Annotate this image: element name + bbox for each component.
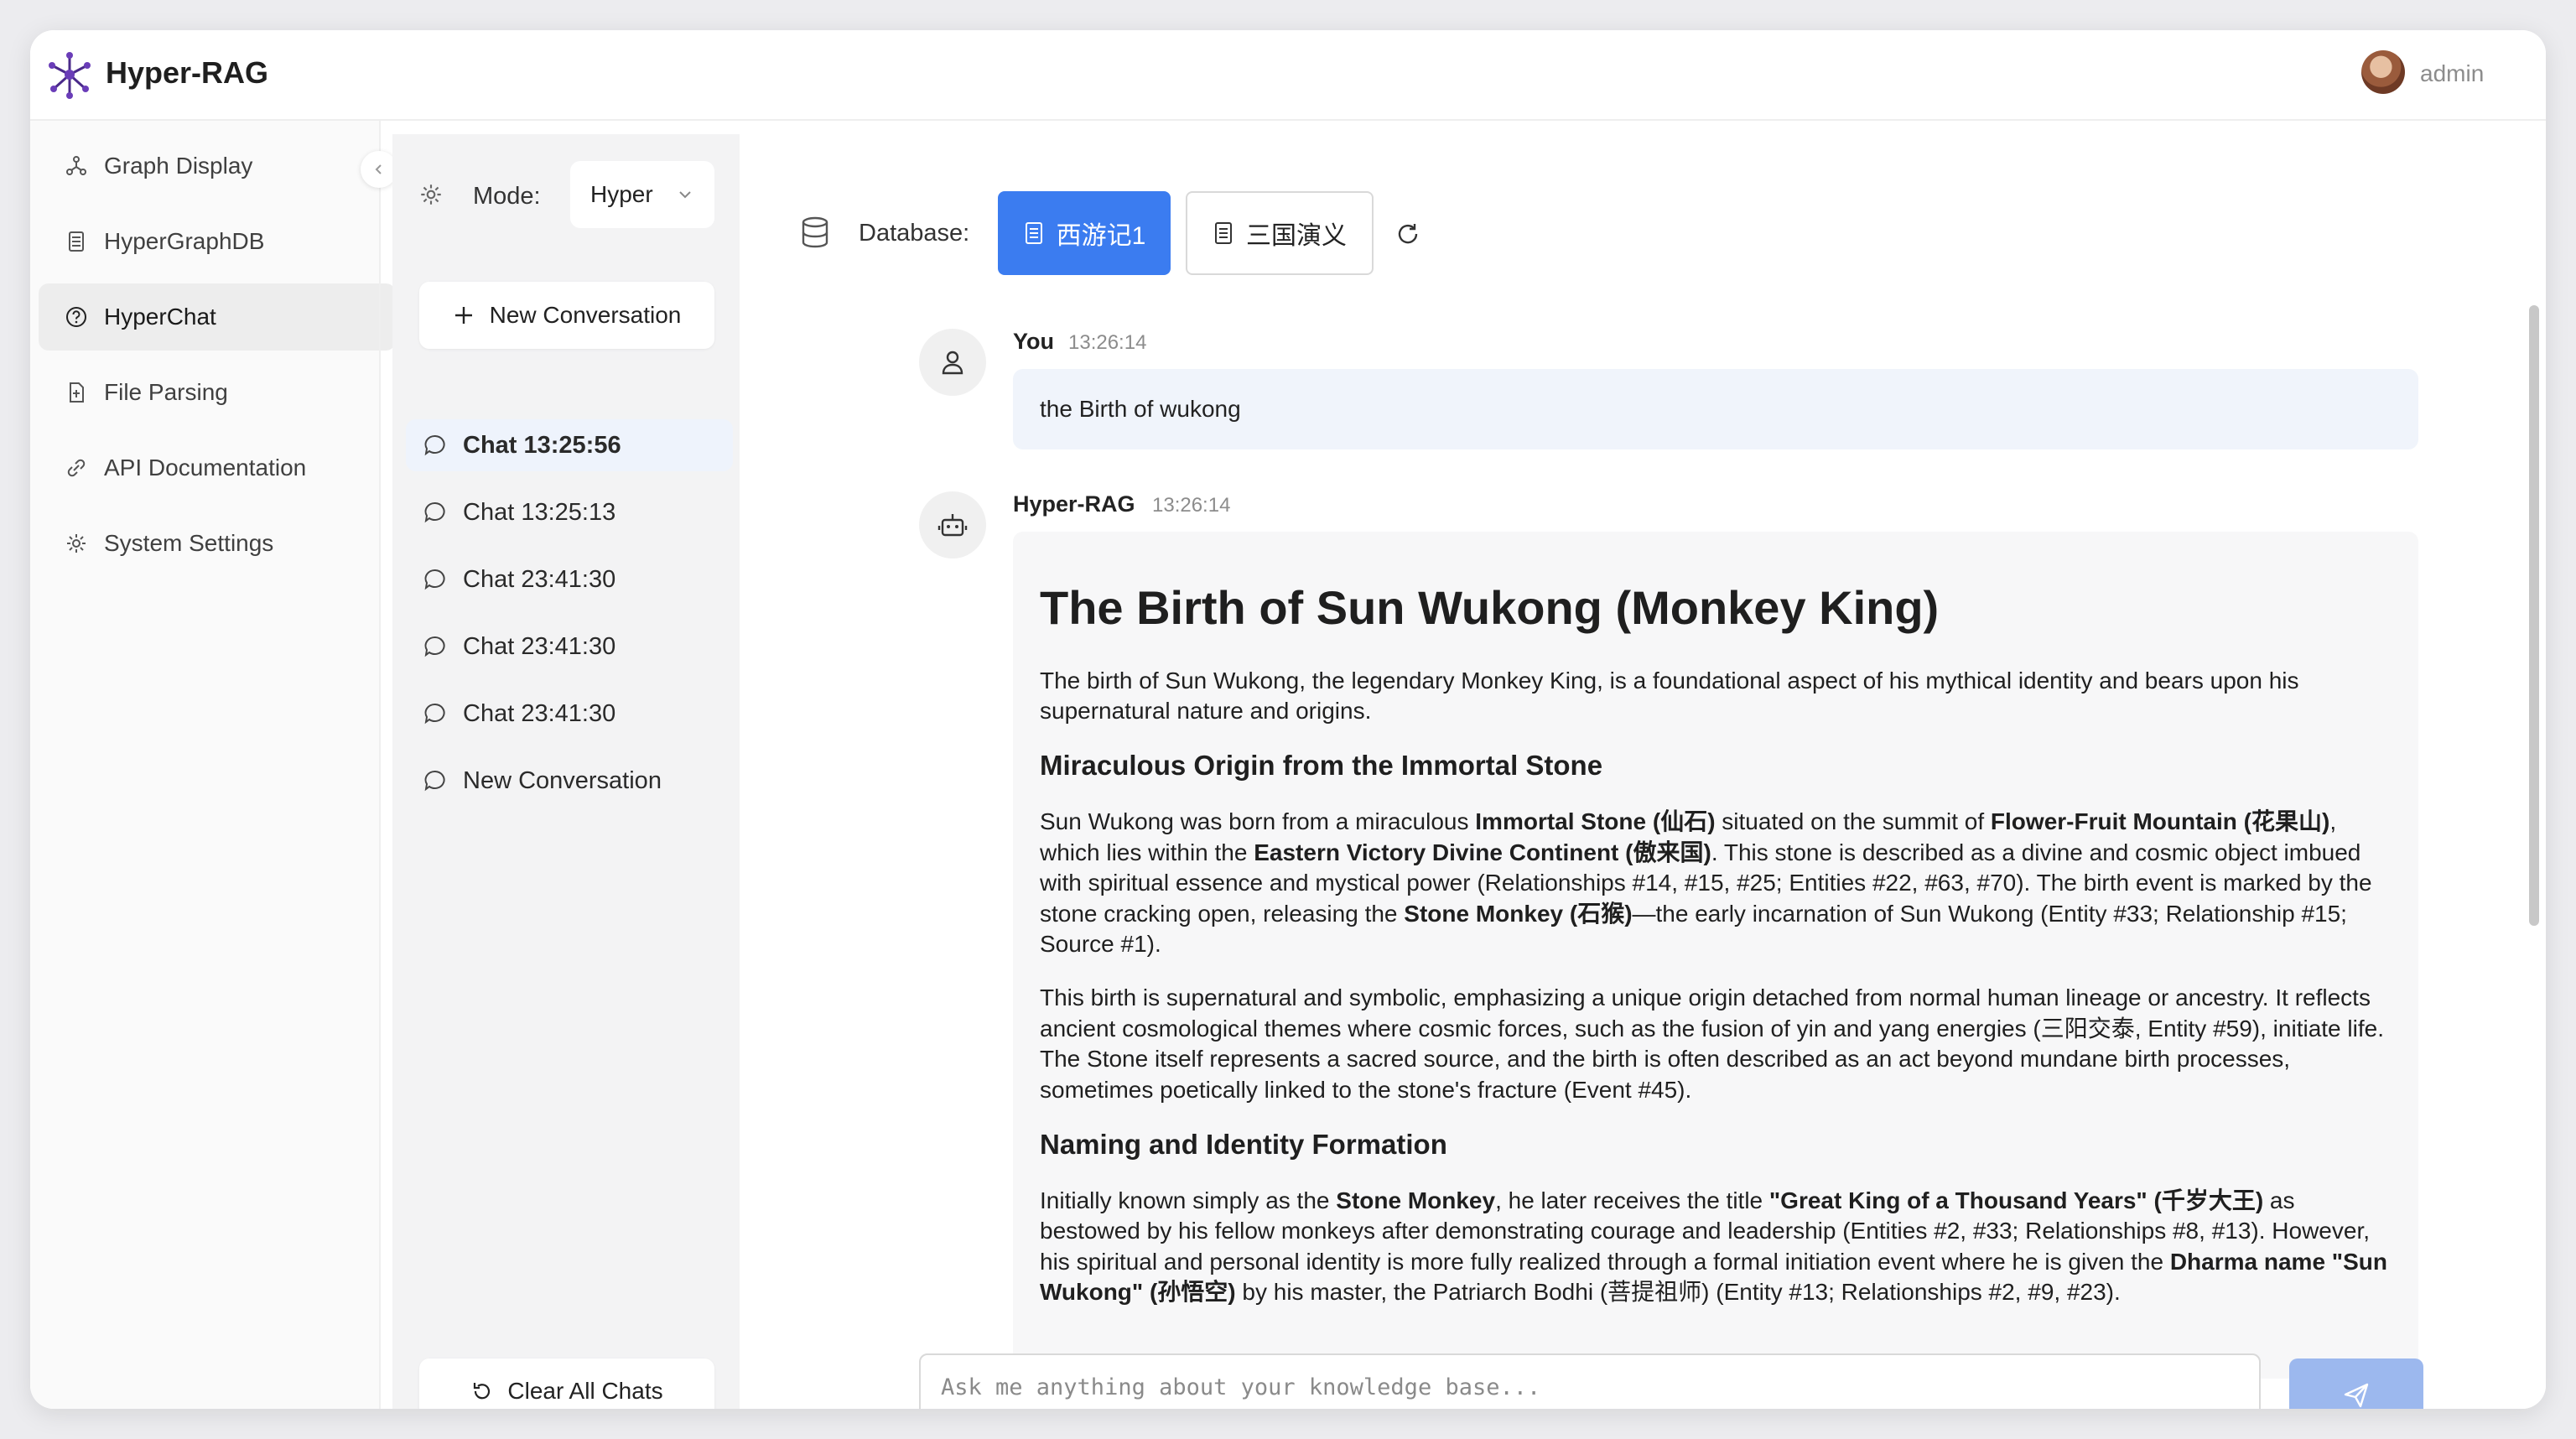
chevron-down-icon bbox=[679, 191, 691, 199]
top-bar: Hyper-RAG admin bbox=[30, 30, 2546, 121]
answer-paragraph: Sun Wukong was born from a miraculous Im… bbox=[1040, 808, 2372, 957]
mode-select[interactable]: Hyper bbox=[570, 161, 714, 228]
database-doc-icon bbox=[69, 231, 84, 252]
send-icon bbox=[2344, 1383, 2369, 1408]
database-icon bbox=[802, 216, 828, 248]
nav-item-hyperchat[interactable]: HyperChat bbox=[39, 283, 396, 351]
mode-label: Mode: bbox=[473, 183, 541, 210]
bot-avatar-icon bbox=[919, 491, 986, 558]
answer-paragraph: Initially known simply as the Stone Monk… bbox=[1040, 1187, 2387, 1306]
database-option-label: 三国演义 bbox=[1246, 222, 1347, 250]
nav-item-hypergraphdb[interactable]: HyperGraphDB bbox=[39, 208, 396, 275]
chat-bubble-icon bbox=[424, 636, 445, 657]
robot-icon bbox=[937, 514, 968, 537]
nav-label: HyperGraphDB bbox=[104, 228, 265, 254]
chat-item[interactable]: Chat 13:25:13 bbox=[406, 486, 733, 538]
nav-label: File Parsing bbox=[104, 379, 228, 405]
chat-item-label: Chat 13:25:13 bbox=[463, 498, 616, 526]
refresh-icon[interactable] bbox=[1394, 220, 1422, 248]
nav-item-graph-display[interactable]: Graph Display bbox=[39, 132, 396, 200]
new-conversation-label: New Conversation bbox=[489, 302, 682, 328]
clear-all-chats-label: Clear All Chats bbox=[507, 1378, 663, 1404]
chat-item-label: New Conversation bbox=[463, 766, 662, 794]
chat-bubble-icon bbox=[424, 770, 445, 792]
chat-bubble-icon bbox=[424, 434, 445, 456]
user-message-bubble: the Birth of wukong bbox=[1013, 369, 2418, 449]
send-button[interactable] bbox=[2289, 1358, 2423, 1409]
clear-all-chats-button[interactable]: Clear All Chats bbox=[419, 1358, 714, 1409]
user-avatar-icon bbox=[919, 329, 986, 396]
chat-item-label: Chat 23:41:30 bbox=[463, 565, 616, 593]
message-sender: You bbox=[1013, 329, 1054, 354]
nav-label: API Documentation bbox=[104, 455, 307, 481]
question-circle-icon bbox=[66, 307, 86, 327]
answer-section-heading: Naming and Identity Formation bbox=[1040, 1128, 1447, 1160]
nav-item-file-parsing[interactable]: File Parsing bbox=[39, 359, 396, 426]
api-link-icon bbox=[67, 459, 86, 477]
graph-icon bbox=[66, 156, 86, 175]
nav-item-api-documentation[interactable]: API Documentation bbox=[39, 434, 396, 501]
chat-item[interactable]: Chat 13:25:56 bbox=[406, 419, 733, 471]
person-icon bbox=[942, 351, 963, 375]
chat-bubble-icon bbox=[424, 703, 445, 725]
chat-item-label: Chat 23:41:30 bbox=[463, 699, 616, 727]
message-time: 13:26:14 bbox=[1152, 494, 1231, 517]
nav-item-system-settings[interactable]: System Settings bbox=[39, 510, 396, 577]
plus-icon bbox=[454, 307, 472, 324]
sidebar: Graph Display HyperGraphDB HyperChat Fil… bbox=[30, 121, 396, 1409]
conversation-panel: Mode: Hyper New Conversation Chat 13:25:… bbox=[392, 134, 740, 1409]
chat-main: Database: 西游记1 三国演义 You 13:26:14 the Bir… bbox=[740, 121, 2546, 1409]
database-option-sanguoyanyi[interactable]: 三国演义 bbox=[1186, 191, 1374, 275]
message-sender: Hyper-RAG bbox=[1013, 491, 1135, 517]
chat-item-label: Chat 13:25:56 bbox=[463, 431, 621, 459]
chat-item-label: Chat 23:41:30 bbox=[463, 632, 616, 660]
app-title: Hyper-RAG bbox=[106, 55, 269, 90]
answer-intro: The birth of Sun Wukong, the legendary M… bbox=[1040, 667, 2299, 724]
answer-title: The Birth of Sun Wukong (Monkey King) bbox=[1040, 581, 1940, 634]
sidebar-divider bbox=[379, 121, 381, 1409]
answer-section-heading: Miraculous Origin from the Immortal Ston… bbox=[1040, 750, 1603, 782]
database-doc-icon bbox=[1025, 222, 1042, 244]
user-avatar[interactable] bbox=[2361, 50, 2405, 94]
file-icon bbox=[70, 382, 84, 403]
database-option-xiyouji[interactable]: 西游记1 bbox=[998, 191, 1171, 275]
new-conversation-button[interactable]: New Conversation bbox=[419, 282, 714, 349]
nav-label: HyperChat bbox=[104, 304, 216, 330]
mode-value: Hyper bbox=[590, 181, 653, 207]
answer-paragraph: This birth is supernatural and symbolic,… bbox=[1040, 984, 2384, 1103]
user-message-text: the Birth of wukong bbox=[1040, 396, 1241, 422]
message-time: 13:26:14 bbox=[1068, 331, 1147, 354]
chat-bubble-icon bbox=[424, 501, 445, 523]
hypergraph-logo-icon bbox=[49, 52, 91, 99]
chat-item[interactable]: Chat 23:41:30 bbox=[406, 621, 733, 673]
chat-item[interactable]: Chat 23:41:30 bbox=[406, 553, 733, 605]
chevron-left-icon bbox=[375, 164, 382, 174]
database-doc-icon bbox=[1215, 222, 1232, 244]
message-composer[interactable] bbox=[919, 1353, 2261, 1409]
reset-icon bbox=[474, 1383, 491, 1400]
chat-item[interactable]: New Conversation bbox=[406, 755, 733, 807]
app-window: Hyper-RAG admin Graph Display HyperGraph… bbox=[30, 30, 2546, 1409]
chat-scrollbar[interactable] bbox=[2529, 305, 2539, 926]
user-name[interactable]: admin bbox=[2420, 60, 2484, 87]
database-option-label: 西游记1 bbox=[1056, 222, 1146, 250]
bot-message-bubble: The Birth of Sun Wukong (Monkey King) Th… bbox=[1013, 532, 2418, 1379]
settings-gear-icon bbox=[421, 184, 441, 205]
chat-item[interactable]: Chat 23:41:30 bbox=[406, 688, 733, 740]
message-input[interactable] bbox=[921, 1370, 2259, 1404]
database-label: Database: bbox=[859, 220, 970, 247]
nav-label: Graph Display bbox=[104, 153, 253, 179]
chat-bubble-icon bbox=[424, 569, 445, 590]
nav-label: System Settings bbox=[104, 530, 274, 556]
gear-icon bbox=[67, 534, 86, 553]
